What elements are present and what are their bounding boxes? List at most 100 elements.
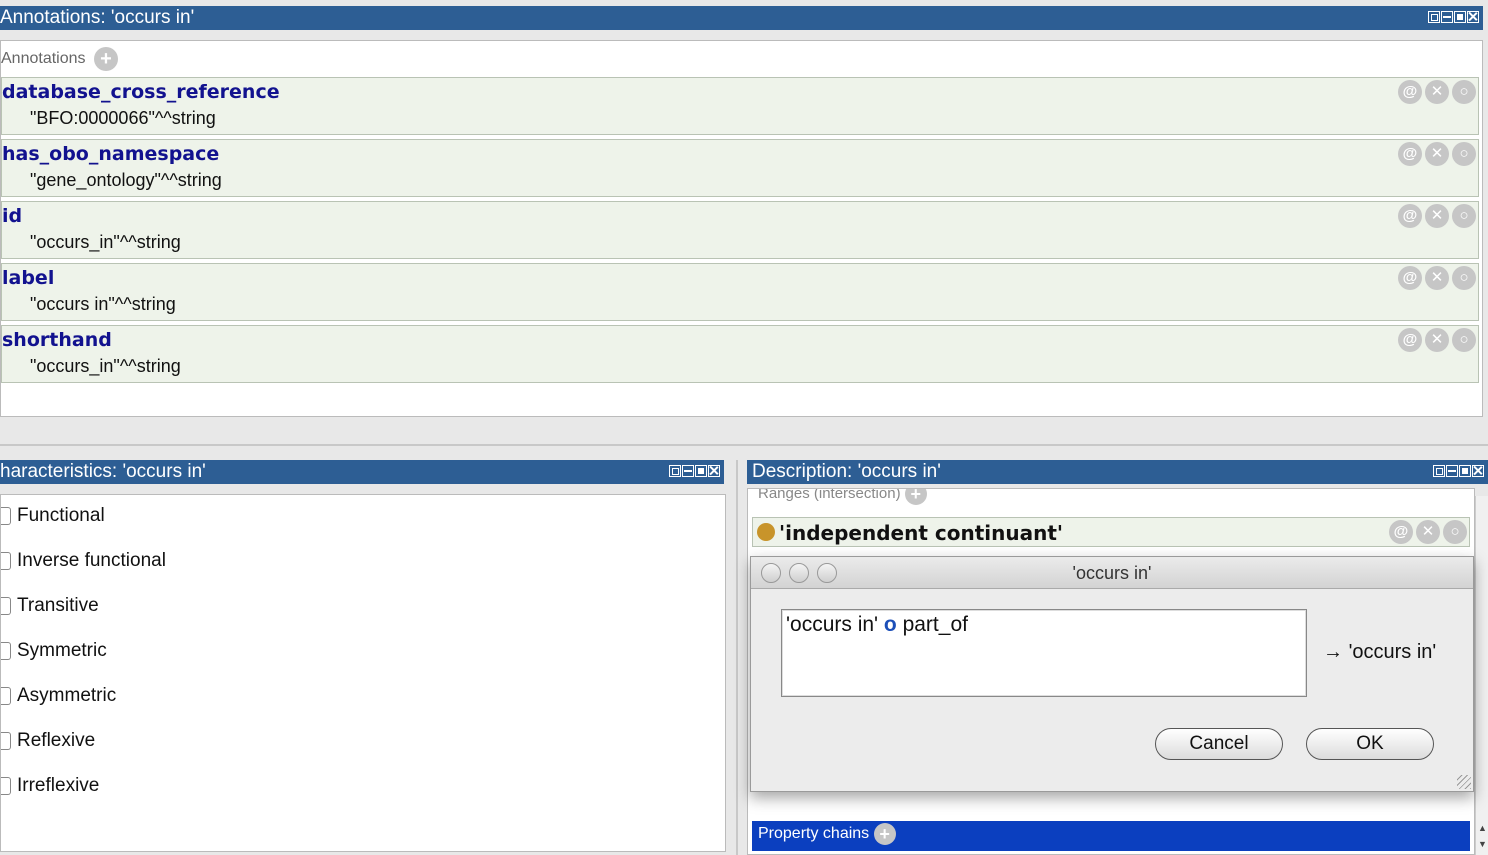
edit-icon[interactable]: ○ — [1443, 520, 1467, 544]
close-view-icon[interactable] — [1472, 465, 1484, 477]
delete-icon[interactable]: ✕ — [1416, 520, 1440, 544]
annotation-row[interactable]: id "occurs_in"^^string @ ✕ ○ — [1, 201, 1479, 259]
annotation-property[interactable]: label — [2, 267, 54, 289]
vertical-splitter[interactable] — [736, 460, 738, 855]
dialog-titlebar[interactable]: 'occurs in' — [751, 557, 1473, 589]
characteristics-content: Functional Inverse functional Transitive… — [0, 494, 726, 852]
add-range-icon[interactable]: + — [904, 489, 927, 505]
property-chain-editor[interactable]: 'occurs in' o part_of — [781, 609, 1307, 697]
annotation-row[interactable]: shorthand "occurs_in"^^string @ ✕ ○ — [1, 325, 1479, 383]
annotate-icon[interactable]: @ — [1398, 266, 1422, 290]
edit-icon[interactable]: ○ — [1452, 80, 1476, 104]
annotate-icon[interactable]: @ — [1398, 204, 1422, 228]
property-chains-row[interactable]: Property chains + — [752, 821, 1470, 851]
characteristic-functional[interactable]: Functional — [1, 503, 105, 529]
float-view-icon[interactable] — [1428, 11, 1440, 23]
maximize-view-icon[interactable] — [1454, 11, 1466, 23]
description-title: Description: 'occurs in' — [752, 461, 941, 482]
annotations-title: Annotations: 'occurs in' — [0, 7, 195, 28]
characteristic-symmetric[interactable]: Symmetric — [1, 638, 107, 664]
annotations-header: Annotations + — [1, 47, 118, 71]
dialog-title: 'occurs in' — [1072, 563, 1152, 583]
edit-icon[interactable]: ○ — [1452, 204, 1476, 228]
checkbox[interactable] — [1, 551, 11, 570]
annotation-value: "occurs_in"^^string — [30, 232, 181, 252]
annotate-icon[interactable]: @ — [1398, 80, 1422, 104]
minimize-view-icon[interactable] — [1446, 465, 1458, 477]
property-chain-dialog: 'occurs in' 'occurs in' o part_of → 'occ… — [750, 556, 1474, 792]
annotation-row[interactable]: label "occurs in"^^string @ ✕ ○ — [1, 263, 1479, 321]
delete-icon[interactable]: ✕ — [1425, 266, 1449, 290]
checkbox[interactable] — [1, 731, 11, 750]
annotation-value: "gene_ontology"^^string — [30, 170, 222, 190]
checkbox[interactable] — [1, 776, 11, 795]
annotate-icon[interactable]: @ — [1398, 142, 1422, 166]
annotations-header-label: Annotations — [1, 50, 86, 68]
minimize-view-icon[interactable] — [682, 465, 694, 477]
chain-property-1: 'occurs in' — [786, 613, 879, 636]
characteristic-irreflexive[interactable]: Irreflexive — [1, 773, 99, 799]
chain-property-2: part_of — [902, 613, 968, 636]
ranges-header: Ranges (intersection) + — [758, 489, 927, 505]
annotation-property[interactable]: id — [2, 205, 22, 227]
close-view-icon[interactable] — [1467, 11, 1479, 23]
minimize-view-icon[interactable] — [1441, 11, 1453, 23]
edit-icon[interactable]: ○ — [1452, 328, 1476, 352]
property-chains-label: Property chains — [758, 825, 870, 842]
delete-icon[interactable]: ✕ — [1425, 328, 1449, 352]
resize-grip-icon[interactable] — [1457, 775, 1471, 789]
annotation-property[interactable]: shorthand — [2, 329, 112, 351]
add-property-chain-icon[interactable]: + — [873, 822, 896, 845]
characteristic-transitive[interactable]: Transitive — [1, 593, 99, 619]
annotation-row[interactable]: database_cross_reference "BFO:0000066"^^… — [1, 77, 1479, 135]
scrollbar[interactable]: ▲ ▼ — [1475, 496, 1488, 855]
annotate-icon[interactable]: @ — [1398, 328, 1422, 352]
edit-icon[interactable]: ○ — [1452, 142, 1476, 166]
window-controls — [669, 465, 720, 477]
chain-implication: → 'occurs in' — [1323, 641, 1436, 664]
checkbox[interactable] — [1, 596, 11, 615]
delete-icon[interactable]: ✕ — [1425, 80, 1449, 104]
row-actions: @ ✕ ○ — [1398, 80, 1476, 104]
row-actions: @ ✕ ○ — [1398, 142, 1476, 166]
chain-operator: o — [883, 613, 897, 636]
annotations-panel: Annotations: 'occurs in' Annotations + d… — [0, 0, 1488, 420]
annotation-row[interactable]: has_obo_namespace "gene_ontology"^^strin… — [1, 139, 1479, 197]
float-view-icon[interactable] — [1433, 465, 1445, 477]
row-actions: @ ✕ ○ — [1398, 328, 1476, 352]
annotation-value: "occurs_in"^^string — [30, 356, 181, 376]
add-annotation-icon[interactable]: + — [93, 47, 118, 71]
characteristics-titlebar: haracteristics: 'occurs in' — [0, 460, 724, 484]
delete-icon[interactable]: ✕ — [1425, 142, 1449, 166]
characteristics-title: haracteristics: 'occurs in' — [0, 461, 206, 482]
maximize-view-icon[interactable] — [1459, 465, 1471, 477]
horizontal-splitter[interactable] — [0, 444, 1488, 446]
cancel-button[interactable]: Cancel — [1155, 728, 1283, 760]
annotation-property[interactable]: has_obo_namespace — [2, 143, 219, 165]
characteristic-inverse-functional[interactable]: Inverse functional — [1, 548, 166, 574]
row-actions: @ ✕ ○ — [1398, 266, 1476, 290]
checkbox[interactable] — [1, 686, 11, 705]
implied-property: 'occurs in' — [1348, 641, 1437, 663]
float-view-icon[interactable] — [669, 465, 681, 477]
scroll-down-icon[interactable]: ▼ — [1478, 839, 1487, 849]
annotation-value: "occurs in"^^string — [30, 294, 176, 314]
delete-icon[interactable]: ✕ — [1425, 204, 1449, 228]
edit-icon[interactable]: ○ — [1452, 266, 1476, 290]
description-titlebar: Description: 'occurs in' — [747, 460, 1488, 484]
window-controls — [1433, 465, 1484, 477]
characteristic-asymmetric[interactable]: Asymmetric — [1, 683, 116, 709]
annotate-icon[interactable]: @ — [1389, 520, 1413, 544]
checkbox[interactable] — [1, 506, 11, 525]
row-actions: @ ✕ ○ — [1398, 204, 1476, 228]
close-view-icon[interactable] — [708, 465, 720, 477]
ok-button[interactable]: OK — [1306, 728, 1434, 760]
annotation-property[interactable]: database_cross_reference — [2, 81, 280, 103]
maximize-view-icon[interactable] — [695, 465, 707, 477]
range-class[interactable]: 'independent continuant' — [779, 521, 1063, 545]
checkbox[interactable] — [1, 641, 11, 660]
range-row[interactable]: 'independent continuant' @ ✕ ○ — [752, 517, 1470, 547]
characteristic-reflexive[interactable]: Reflexive — [1, 728, 95, 754]
scroll-up-icon[interactable]: ▲ — [1478, 823, 1487, 833]
window-controls — [1428, 11, 1479, 23]
